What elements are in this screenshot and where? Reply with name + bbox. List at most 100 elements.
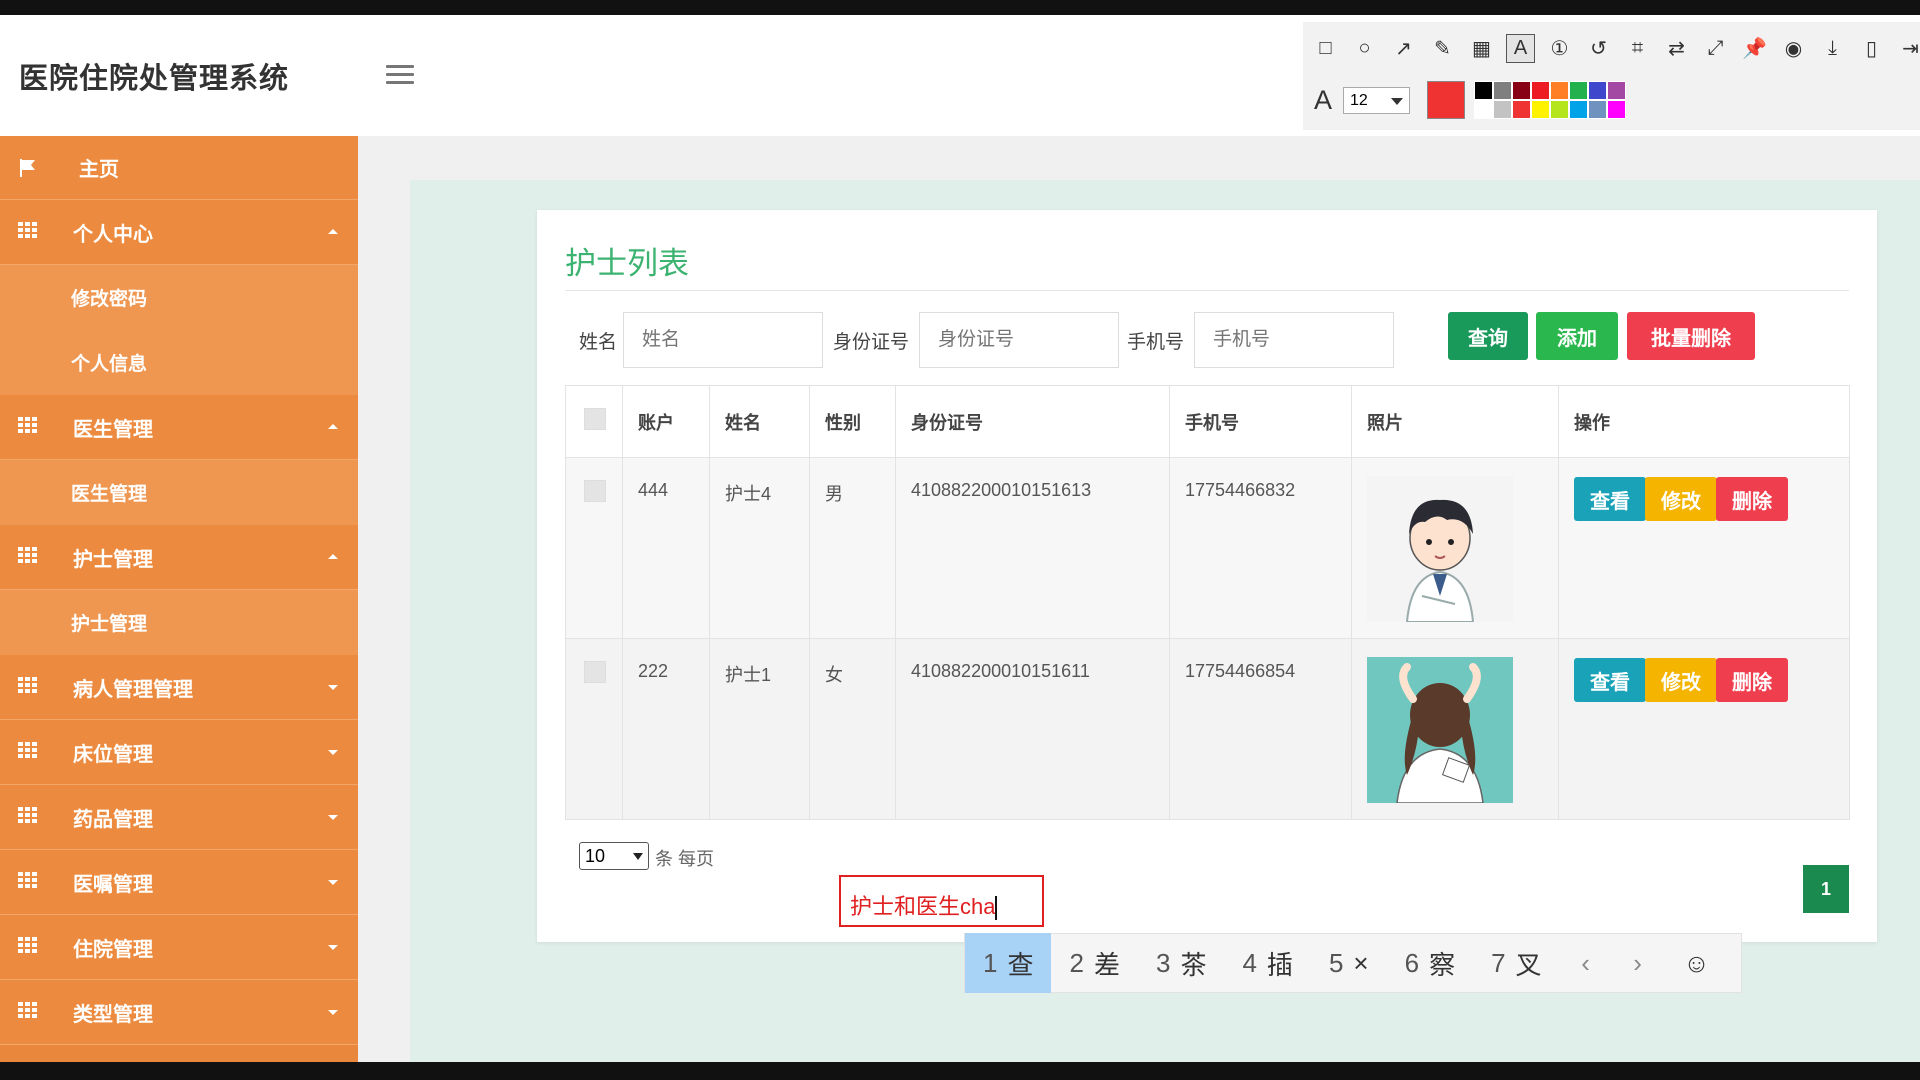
sidebar-item[interactable]: 医嘱管理 <box>0 850 358 915</box>
text-tool-icon[interactable]: A <box>1506 34 1535 63</box>
chevron-right-icon[interactable]: › <box>1612 933 1664 993</box>
letterbox-bottom <box>0 1062 1920 1080</box>
grid-icon <box>18 677 38 695</box>
caret-down-icon <box>328 750 338 755</box>
font-icon: A <box>1313 84 1332 115</box>
pin-icon[interactable]: 📌 <box>1740 34 1769 63</box>
sidebar-item[interactable]: 类型管理 <box>0 980 358 1045</box>
row-checkbox[interactable] <box>584 661 606 683</box>
palette-color-swatch[interactable] <box>1607 81 1626 100</box>
annotation-toolbar: □ ○ ↗ ✎ ▦ A ① ↺ ⌗ ⇄ ⤢ 📌 ◉ ⤓ ▯ ⇥ A 12 <box>1303 22 1920 130</box>
expand-icon[interactable]: ⤢ <box>1701 34 1730 63</box>
candidate-char: 茶 <box>1180 949 1207 980</box>
nurse-photo-girl <box>1367 657 1513 804</box>
sidebar-item[interactable]: 主页 <box>0 136 358 200</box>
query-button[interactable]: 查询 <box>1448 312 1528 360</box>
sidebar-item-label: 护士管理 <box>73 548 153 571</box>
ime-candidate[interactable]: 1查 <box>965 933 1052 993</box>
select-all-checkbox[interactable] <box>584 408 606 430</box>
ime-candidate[interactable]: 7叉 <box>1473 933 1559 993</box>
sidebar-item[interactable]: 护士管理 <box>0 525 358 590</box>
download-icon[interactable]: ⤓ <box>1818 34 1847 63</box>
save-icon[interactable]: ▯ <box>1857 34 1886 63</box>
record-icon[interactable]: ◉ <box>1779 34 1808 63</box>
id-number-cell: 410882200010151611 <box>895 638 1170 820</box>
nurse-table: 账户 姓名 性别 身份证号 手机号 照片 操作 444 护士4 男 410882… <box>565 385 1850 820</box>
chevron-left-icon[interactable]: ‹ <box>1560 933 1612 993</box>
exit-icon[interactable]: ⇥ <box>1896 34 1920 63</box>
ime-candidate[interactable]: 5 × <box>1311 933 1387 993</box>
number-tool-icon[interactable]: ① <box>1545 34 1574 63</box>
column-header: 账户 <box>622 385 710 458</box>
palette-color-swatch[interactable] <box>1474 100 1493 119</box>
sidebar-item-label: 个人信息 <box>71 354 148 375</box>
palette-color-swatch[interactable] <box>1512 100 1531 119</box>
ime-candidate[interactable]: 6察 <box>1387 933 1473 993</box>
mosaic-tool-icon[interactable]: ▦ <box>1467 34 1496 63</box>
page-button-current[interactable]: 1 <box>1803 865 1849 913</box>
crop-icon[interactable]: ⌗ <box>1623 34 1652 63</box>
sidebar-item-label: 医嘱管理 <box>73 873 153 896</box>
view-button[interactable]: 查看 <box>1574 477 1646 521</box>
page-size-select[interactable]: 10 <box>579 842 649 870</box>
font-size-select[interactable]: 12 <box>1343 86 1410 114</box>
palette-color-swatch[interactable] <box>1493 81 1512 100</box>
palette-color-swatch[interactable] <box>1607 100 1626 119</box>
palette-color-swatch[interactable] <box>1588 81 1607 100</box>
edit-button[interactable]: 修改 <box>1645 477 1717 521</box>
translate-icon[interactable]: ⇄ <box>1662 34 1691 63</box>
account-cell: 444 <box>622 457 710 639</box>
text-annotation-input[interactable]: 护士和医生cha <box>839 875 1044 927</box>
add-button[interactable]: 添加 <box>1536 312 1618 360</box>
palette-color-swatch[interactable] <box>1493 100 1512 119</box>
sidebar-item[interactable]: 住院管理 <box>0 915 358 980</box>
row-checkbox[interactable] <box>584 480 606 502</box>
phone-label: 手机号 <box>1127 332 1185 353</box>
sidebar-item[interactable]: 护士管理 <box>0 590 358 655</box>
ime-candidate[interactable]: 4插 <box>1224 933 1310 993</box>
palette-color-swatch[interactable] <box>1531 100 1550 119</box>
palette-color-swatch[interactable] <box>1531 81 1550 100</box>
view-button[interactable]: 查看 <box>1574 658 1646 702</box>
title-divider <box>565 290 1849 291</box>
sidebar-item[interactable]: 个人信息 <box>0 330 358 395</box>
caret-down-icon <box>328 685 338 690</box>
current-color-swatch[interactable] <box>1427 81 1465 119</box>
sidebar-item-label: 药品管理 <box>73 808 153 831</box>
top-header: 医院住院处管理系统 □ ○ ↗ ✎ ▦ A ① ↺ ⌗ ⇄ ⤢ 📌 ◉ ⤓ ▯ ⇥ A 12 <box>0 15 1920 136</box>
palette-color-swatch[interactable] <box>1550 81 1569 100</box>
ime-candidate[interactable]: 2差 <box>1051 933 1137 993</box>
palette-color-swatch[interactable] <box>1569 81 1588 100</box>
name-label: 姓名 <box>579 332 618 353</box>
palette-color-swatch[interactable] <box>1588 100 1607 119</box>
palette-color-swatch[interactable] <box>1474 81 1493 100</box>
batch-delete-button[interactable]: 批量删除 <box>1627 312 1755 360</box>
rectangle-tool-icon[interactable]: □ <box>1311 34 1340 63</box>
pencil-tool-icon[interactable]: ✎ <box>1428 34 1457 63</box>
id-number-search-input[interactable] <box>919 312 1119 368</box>
delete-button[interactable]: 删除 <box>1716 658 1788 702</box>
palette-color-swatch[interactable] <box>1569 100 1588 119</box>
caret-down-icon <box>328 1010 338 1015</box>
emoji-icon[interactable]: ☺ <box>1664 948 1730 979</box>
palette-color-swatch[interactable] <box>1550 100 1569 119</box>
name-search-input[interactable] <box>623 312 823 368</box>
sidebar-item[interactable]: 医生管理 <box>0 460 358 525</box>
edit-button[interactable]: 修改 <box>1645 658 1717 702</box>
ime-candidate[interactable]: 3茶 <box>1138 933 1224 993</box>
sidebar-item[interactable]: 床位管理 <box>0 720 358 785</box>
phone-search-input[interactable] <box>1194 312 1394 368</box>
palette-color-swatch[interactable] <box>1512 81 1531 100</box>
sidebar-item[interactable]: 个人中心 <box>0 200 358 265</box>
sidebar-item-label: 床位管理 <box>73 743 153 766</box>
sidebar-item[interactable]: 病人管理管理 <box>0 655 358 720</box>
grid-icon <box>18 547 38 565</box>
hamburger-menu-icon[interactable] <box>386 65 414 89</box>
sidebar-item[interactable]: 药品管理 <box>0 785 358 850</box>
delete-button[interactable]: 删除 <box>1716 477 1788 521</box>
undo-icon[interactable]: ↺ <box>1584 34 1613 63</box>
sidebar-item[interactable]: 医生管理 <box>0 395 358 460</box>
arrow-tool-icon[interactable]: ↗ <box>1389 34 1418 63</box>
sidebar-item[interactable]: 修改密码 <box>0 265 358 330</box>
ellipse-tool-icon[interactable]: ○ <box>1350 34 1379 63</box>
